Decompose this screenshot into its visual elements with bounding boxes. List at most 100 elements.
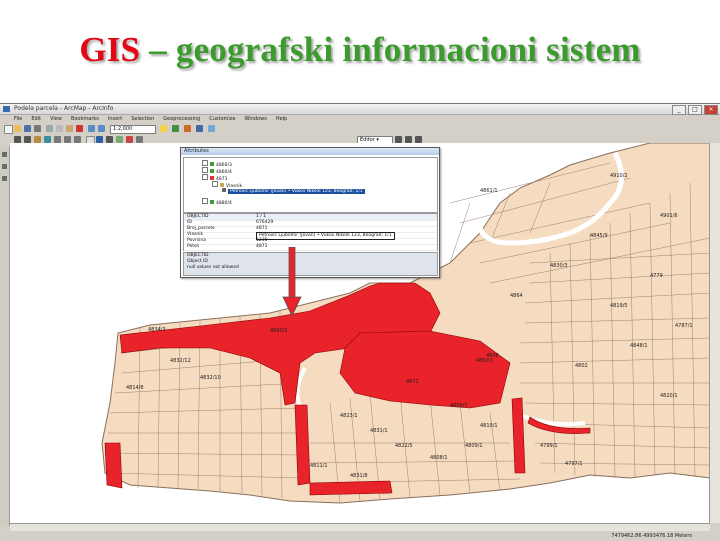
grid-value[interactable]: 4871 — [256, 244, 267, 250]
map-label: 4864 — [510, 293, 523, 299]
map-label: 4832/12 — [170, 358, 191, 364]
split-tool-icon[interactable] — [415, 136, 422, 143]
map-label: 4819/5 — [610, 303, 628, 309]
vertical-scrollbar[interactable] — [709, 143, 720, 523]
slide-title: GIS – geografski informacioni sistem — [0, 30, 720, 70]
expand-icon[interactable] — [202, 198, 208, 204]
minimize-icon[interactable]: _ — [672, 105, 686, 115]
menu-bookmarks[interactable]: Bookmarks — [71, 115, 99, 123]
back-icon[interactable] — [64, 136, 71, 143]
feature-icon — [210, 169, 214, 173]
selected-parcel-strip-3[interactable] — [309, 480, 393, 496]
new-icon[interactable] — [4, 125, 13, 134]
grid-field: Potes — [187, 244, 200, 249]
undo-icon[interactable] — [88, 125, 95, 132]
full-extent-icon[interactable] — [44, 136, 51, 143]
map-label: 4860/2 — [270, 328, 288, 334]
map-label: 4810/1 — [480, 423, 498, 429]
scale-dropdown[interactable]: 1:2,000 — [110, 125, 156, 134]
menu-help[interactable]: Help — [276, 115, 287, 123]
search-icon[interactable] — [208, 125, 215, 132]
grid-row: Potes 4871 — [184, 244, 437, 251]
menu-view[interactable]: View — [50, 115, 62, 123]
map-label: 4820/1 — [660, 393, 678, 399]
expand-icon[interactable] — [202, 160, 208, 166]
identify-icon[interactable] — [96, 136, 103, 143]
feature-icon — [210, 162, 214, 166]
tree-item[interactable]: 4880/4 — [202, 198, 232, 207]
menu-selection[interactable]: Selection — [131, 115, 154, 123]
table-of-contents-icon[interactable] — [2, 152, 7, 157]
window-title: Podela parcela - ArcMap - ArcInfo — [14, 105, 114, 112]
menu-customize[interactable]: Customize — [209, 115, 235, 123]
save-icon[interactable] — [24, 125, 31, 132]
selected-parcel-strip-5[interactable] — [104, 442, 123, 489]
find-icon[interactable] — [106, 136, 113, 143]
collapse-icon[interactable] — [202, 174, 208, 180]
edit-tool-icon[interactable] — [395, 136, 402, 143]
map-label: 4787/1 — [675, 323, 693, 329]
map-label: 4809/7 — [450, 403, 468, 409]
field-info-nulls: null values not allowed — [187, 265, 239, 270]
attribute-grid: OBJECTID 1 / 1 ID 676429 Broj_parcele 4871 … — [183, 213, 438, 251]
menu-edit[interactable]: Edit — [31, 115, 41, 123]
fixed-zoom-icon[interactable] — [54, 136, 61, 143]
menu-file[interactable]: File — [14, 115, 22, 123]
arcmap-icon — [3, 106, 10, 112]
hyperlink-icon[interactable] — [126, 136, 133, 143]
zoom-in-icon[interactable] — [14, 136, 21, 143]
field-info: OBJECTID Object ID null values not allow… — [183, 252, 438, 276]
map-label: 4831/8 — [350, 473, 368, 479]
redo-icon[interactable] — [98, 125, 105, 132]
copy-icon[interactable] — [56, 125, 63, 132]
add-data-icon[interactable] — [160, 125, 167, 132]
tree-item-selected[interactable]: Petrović Ljubomir (Jovan) • Vukov Nikole… — [222, 188, 365, 195]
map-label: 4808/1 — [430, 455, 448, 461]
map-label: 4809/1 — [465, 443, 483, 449]
menu-insert[interactable]: Insert — [108, 115, 122, 123]
record-icon — [222, 188, 226, 192]
map-label: 4910/2 — [610, 173, 628, 179]
catalog-side-icon[interactable] — [2, 164, 7, 169]
print-icon[interactable] — [34, 125, 41, 132]
collapse-icon[interactable] — [212, 181, 218, 187]
map-label: 4779 — [650, 273, 663, 279]
catalog-icon[interactable] — [196, 125, 203, 132]
paste-icon[interactable] — [66, 125, 73, 132]
forward-icon[interactable] — [74, 136, 81, 143]
menu-windows[interactable]: Windows — [244, 115, 266, 123]
close-icon[interactable]: × — [704, 105, 718, 115]
map-label: 4802 — [575, 363, 588, 369]
attributes-panel[interactable]: Attributes 4860/3 4860/4 4871 Vlasnik Pe… — [180, 147, 440, 278]
open-icon[interactable] — [14, 125, 21, 132]
search-side-icon[interactable] — [2, 176, 7, 181]
left-toolbar — [0, 146, 10, 526]
expand-icon[interactable] — [202, 167, 208, 173]
feature-icon — [210, 200, 214, 204]
title-acronym: GIS — [79, 30, 141, 69]
menu-geoprocessing[interactable]: Geoprocessing — [163, 115, 200, 123]
selected-parcel-strip-1[interactable] — [294, 404, 311, 486]
map-label: 4797/1 — [565, 461, 583, 467]
table-icon — [220, 183, 224, 187]
window-controls: _ □ × — [672, 105, 718, 115]
arctoolbox-icon[interactable] — [184, 125, 191, 132]
map-label: 4830/3 — [550, 263, 568, 269]
maximize-icon[interactable]: □ — [688, 105, 702, 115]
delete-icon[interactable] — [76, 125, 83, 132]
map-label: 4832/10 — [200, 375, 221, 381]
tree-item-label: 4880/4 — [216, 201, 232, 206]
zoom-out-icon[interactable] — [24, 136, 31, 143]
measure-icon[interactable] — [116, 136, 123, 143]
menu-bar: File Edit View Bookmarks Insert Selectio… — [0, 115, 720, 123]
pan-icon[interactable] — [34, 136, 41, 143]
cut-icon[interactable] — [46, 125, 53, 132]
sketch-tool-icon[interactable] — [405, 136, 412, 143]
map-label: 4814/8 — [126, 385, 144, 391]
editor-toolbar-icon[interactable] — [172, 125, 179, 132]
feature-icon — [210, 176, 214, 180]
map-label: 4846 — [486, 353, 499, 359]
title-text: – geografski informacioni sistem — [140, 30, 641, 69]
time-slider-icon[interactable] — [136, 136, 143, 143]
attributes-panel-title: Attributes — [181, 148, 439, 155]
